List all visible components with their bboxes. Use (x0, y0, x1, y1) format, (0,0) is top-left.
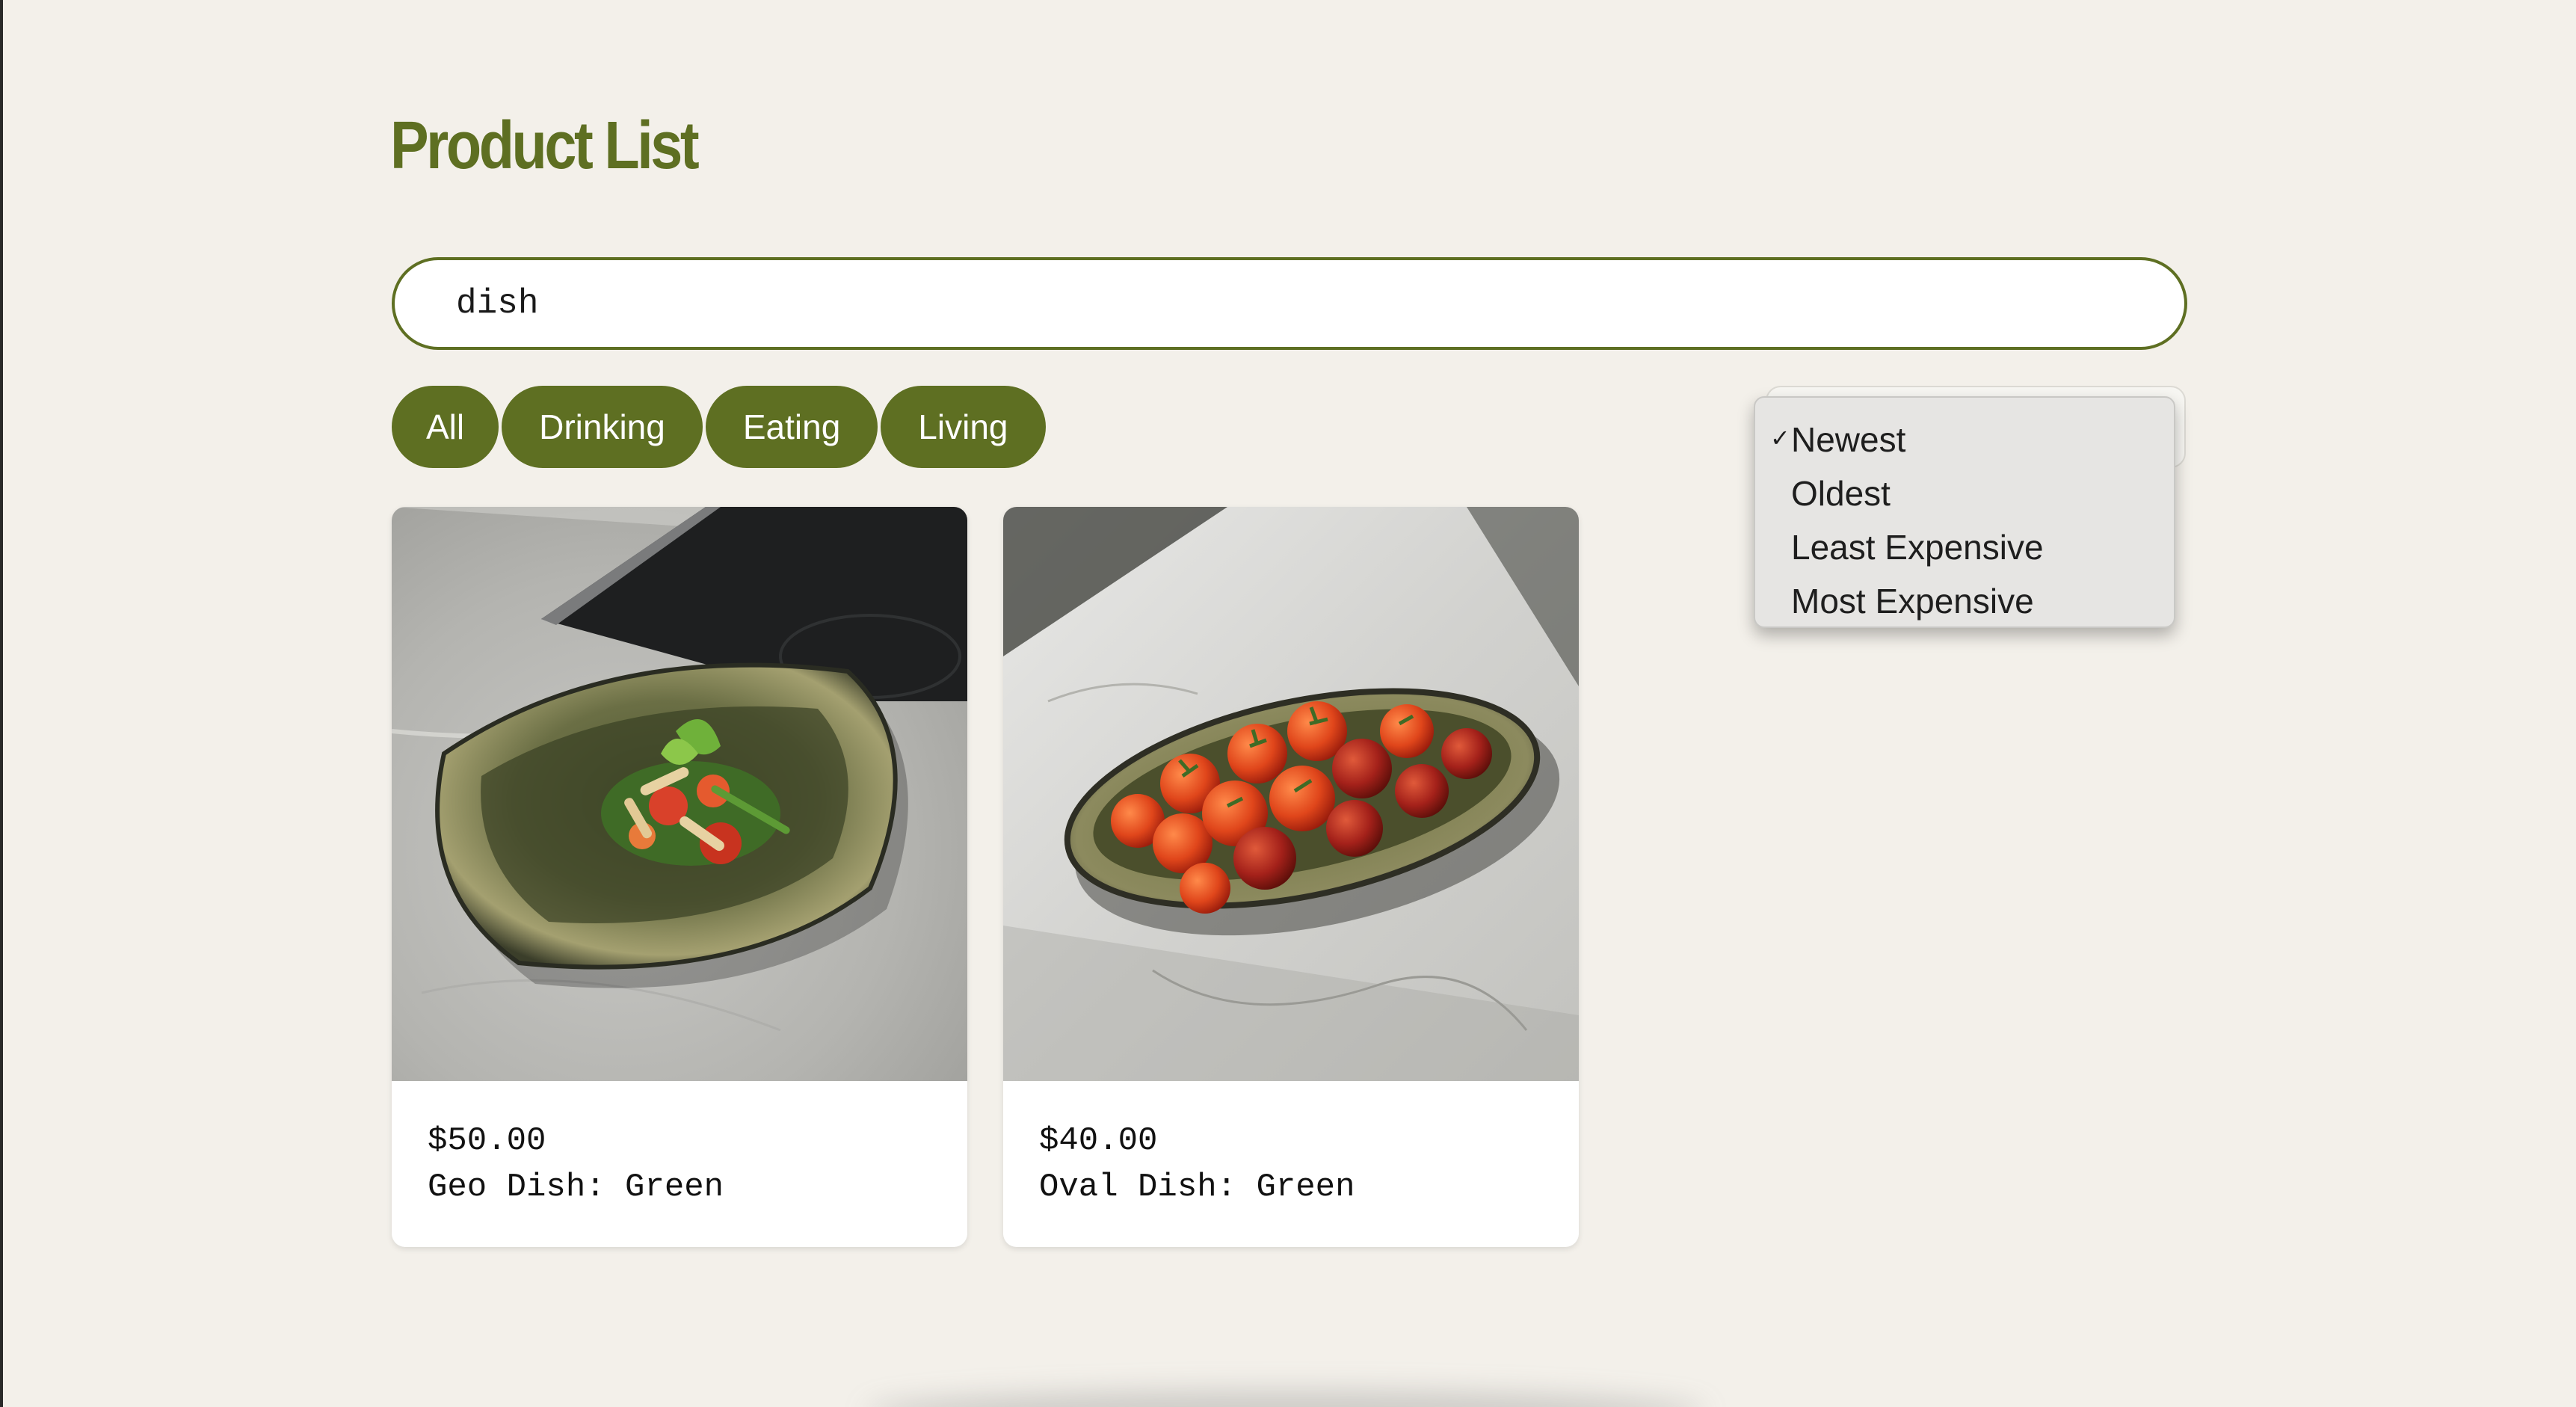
sort-option-label: Newest (1791, 420, 1906, 459)
product-card[interactable]: $40.00 Oval Dish: Green (1003, 507, 1579, 1247)
product-grid: $50.00 Geo Dish: Green $40.00 Oval Dish:… (392, 507, 1579, 1247)
category-filters: All Drinking Eating Living (392, 386, 1046, 468)
filter-all-button[interactable]: All (392, 386, 499, 468)
sort-option-label: Oldest (1791, 474, 1891, 513)
sort-option-most-expensive[interactable]: Most Expensive (1755, 574, 2174, 628)
window-edge (0, 0, 3, 1407)
product-price: $50.00 (428, 1122, 546, 1160)
sort-option-oldest[interactable]: Oldest (1755, 467, 2174, 520)
filter-drinking-button[interactable]: Drinking (502, 386, 703, 468)
sort-option-newest[interactable]: ✓ Newest (1755, 413, 2174, 467)
sort-option-label: Most Expensive (1791, 582, 2034, 621)
product-name[interactable]: Geo Dish: Green (428, 1166, 724, 1208)
sort-option-label: Least Expensive (1791, 528, 2044, 567)
filter-eating-button[interactable]: Eating (705, 386, 878, 468)
filter-living-button[interactable]: Living (881, 386, 1046, 468)
product-name[interactable]: Oval Dish: Green (1039, 1166, 1355, 1208)
product-card[interactable]: $50.00 Geo Dish: Green (392, 507, 967, 1247)
product-image-oval-dish[interactable] (1003, 507, 1579, 1081)
sort-dropdown-menu: ✓ Newest Oldest Least Expensive Most Exp… (1754, 396, 2175, 628)
page-title: Product List (390, 108, 700, 183)
search-input[interactable] (392, 257, 2187, 350)
bottom-shadow (867, 1391, 1704, 1407)
sort-option-least-expensive[interactable]: Least Expensive (1755, 520, 2174, 574)
product-image-geo-dish[interactable] (392, 507, 967, 1081)
checkmark-icon: ✓ (1770, 425, 1790, 452)
product-price: $40.00 (1039, 1122, 1158, 1160)
